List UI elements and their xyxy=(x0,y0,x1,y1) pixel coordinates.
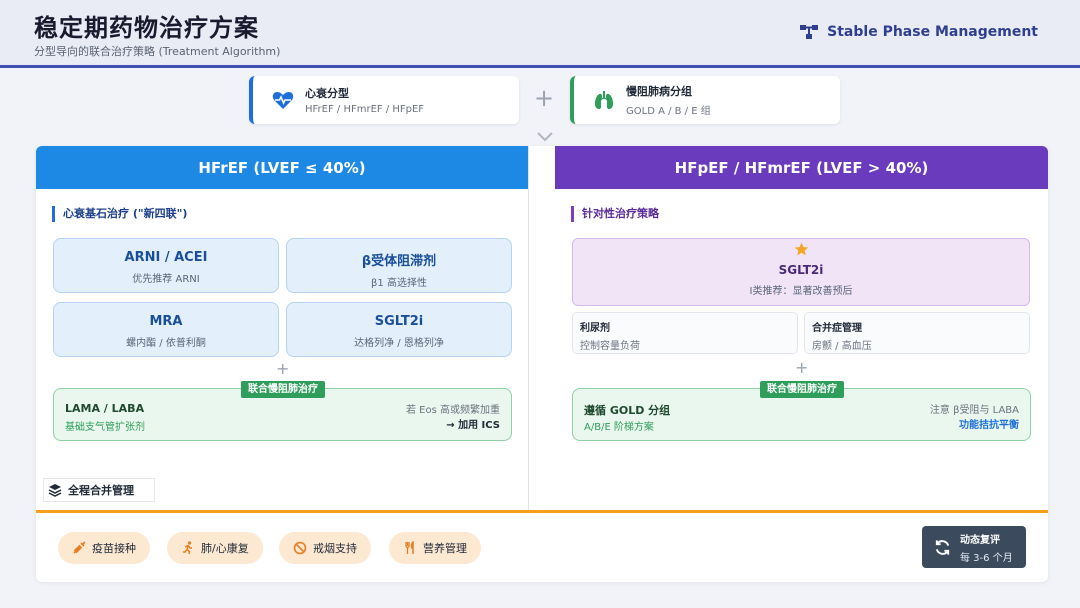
holistic-management-label: 全程合并管理 xyxy=(43,478,155,502)
plus-connector: + xyxy=(276,359,290,378)
pill-label: 疫苗接种 xyxy=(92,542,136,555)
copd-regimen-subtitle: 基础支气管扩张剂 xyxy=(65,422,145,433)
pill-smoking-cessation: 戒烟支持 xyxy=(279,532,371,564)
copd-regimen-note: 注意 β受阻与 LABA xyxy=(929,405,1019,416)
hfpef-section-label: 针对性治疗策略 xyxy=(571,206,659,222)
copd-combo-tag: 联合慢阻肺治疗 xyxy=(241,381,325,398)
pill-label: 戒烟支持 xyxy=(313,542,357,555)
drug-name: MRA xyxy=(149,314,183,329)
hfref-column-header: HFrEF (LVEF ≤ 40%) xyxy=(36,146,528,189)
copd-classification-card: 慢阻肺病分组 GOLD A / B / E 组 xyxy=(570,76,840,124)
drug-desc: 优先推荐 ARNI xyxy=(132,274,200,285)
no-smoking-icon xyxy=(293,541,307,555)
copd-regimen-title: LAMA / LABA xyxy=(65,402,145,415)
hfref-copd-box: 联合慢阻肺治疗 LAMA / LABA 基础支气管扩张剂 若 Eos 高或频繁加… xyxy=(53,381,512,441)
comorbidity-card: 合并症管理 房颤 / 高血压 xyxy=(804,312,1030,354)
copd-regimen-action: → 加用 ICS xyxy=(446,420,500,431)
drug-name: β受体阻滞剂 xyxy=(361,254,437,269)
brand-label: Stable Phase Management xyxy=(827,24,1038,40)
mini-card-name: 利尿剂 xyxy=(580,323,610,334)
running-icon xyxy=(183,541,192,555)
drug-desc: I类推荐：显著改善预后 xyxy=(749,286,853,297)
page-header: 稳定期药物治疗方案 分型导向的联合治疗策略 (Treatment Algorit… xyxy=(0,0,1080,68)
pill-label: 肺/心康复 xyxy=(201,542,249,555)
copd-regimen-action: 功能拮抗平衡 xyxy=(959,420,1019,431)
reassessment-title: 动态复评 xyxy=(960,534,1000,546)
copd-classification-title: 慢阻肺病分组 xyxy=(626,85,692,98)
drug-card-sglt2i-priority: SGLT2i I类推荐：显著改善预后 xyxy=(572,238,1030,306)
page-subtitle: 分型导向的联合治疗策略 (Treatment Algorithm) xyxy=(34,45,281,58)
hf-classification-title: 心衰分型 xyxy=(305,87,349,100)
refresh-icon xyxy=(935,539,950,555)
chevron-down-icon xyxy=(537,132,553,142)
footer-accent-bar xyxy=(36,510,1048,513)
copd-combo-tag: 联合慢阻肺治疗 xyxy=(760,381,844,398)
sitemap-icon xyxy=(800,25,819,39)
plus-connector: + xyxy=(795,358,809,377)
heartbeat-icon xyxy=(271,88,295,112)
copd-classification-subtitle: GOLD A / B / E 组 xyxy=(626,106,711,117)
holistic-label: 全程合并管理 xyxy=(68,484,134,497)
drug-desc: 达格列净 / 恩格列净 xyxy=(354,338,444,349)
treatment-algorithm-card: HFrEF (LVEF ≤ 40%) HFpEF / HFmrEF (LVEF … xyxy=(36,146,1048,582)
page-title: 稳定期药物治疗方案 xyxy=(34,14,259,42)
reassessment-interval: 每 3-6 个月 xyxy=(960,552,1013,564)
reassessment-badge: 动态复评 每 3-6 个月 xyxy=(922,526,1026,568)
drug-card-arni: ARNI / ACEI 优先推荐 ARNI xyxy=(53,238,279,293)
drug-name: ARNI / ACEI xyxy=(124,250,208,265)
hfpef-copd-box: 联合慢阻肺治疗 遵循 GOLD 分组 A/B/E 阶梯方案 注意 β受阻与 LA… xyxy=(572,381,1031,441)
vaccine-icon xyxy=(73,541,86,554)
column-divider xyxy=(528,146,529,510)
pill-vaccination: 疫苗接种 xyxy=(58,532,150,564)
copd-regimen-subtitle: A/B/E 阶梯方案 xyxy=(584,422,654,433)
star-icon xyxy=(794,242,808,256)
pill-nutrition: 营养管理 xyxy=(389,532,481,564)
pill-rehabilitation: 肺/心康复 xyxy=(167,532,263,564)
drug-card-mra: MRA 螺内酯 / 依普利酮 xyxy=(53,302,279,357)
pill-label: 营养管理 xyxy=(423,542,467,555)
hfref-section-label: 心衰基石治疗 ("新四联") xyxy=(52,206,187,222)
drug-desc: β1 高选择性 xyxy=(371,278,427,289)
diuretic-card: 利尿剂 控制容量负荷 xyxy=(572,312,798,354)
hf-classification-subtitle: HFrEF / HFmrEF / HFpEF xyxy=(305,104,425,115)
layers-icon xyxy=(48,484,62,497)
copd-regimen-note: 若 Eos 高或频繁加重 xyxy=(405,405,500,416)
drug-card-beta-blocker: β受体阻滞剂 β1 高选择性 xyxy=(286,238,512,293)
plus-connector: + xyxy=(534,84,555,112)
mini-card-name: 合并症管理 xyxy=(812,323,862,334)
hfpef-column-header: HFpEF / HFmrEF (LVEF > 40%) xyxy=(555,146,1048,189)
utensils-icon xyxy=(405,541,414,554)
brand: Stable Phase Management xyxy=(799,22,1038,42)
mini-card-desc: 房颤 / 高血压 xyxy=(812,341,872,352)
lungs-icon xyxy=(592,88,616,112)
hf-classification-card: 心衰分型 HFrEF / HFmrEF / HFpEF xyxy=(249,76,519,124)
drug-desc: 螺内酯 / 依普利酮 xyxy=(126,338,206,349)
mini-card-desc: 控制容量负荷 xyxy=(580,341,640,352)
copd-regimen-title: 遵循 GOLD 分组 xyxy=(584,404,671,417)
drug-name: SGLT2i xyxy=(374,314,424,329)
drug-card-sglt2i: SGLT2i 达格列净 / 恩格列净 xyxy=(286,302,512,357)
drug-name: SGLT2i xyxy=(778,263,824,277)
